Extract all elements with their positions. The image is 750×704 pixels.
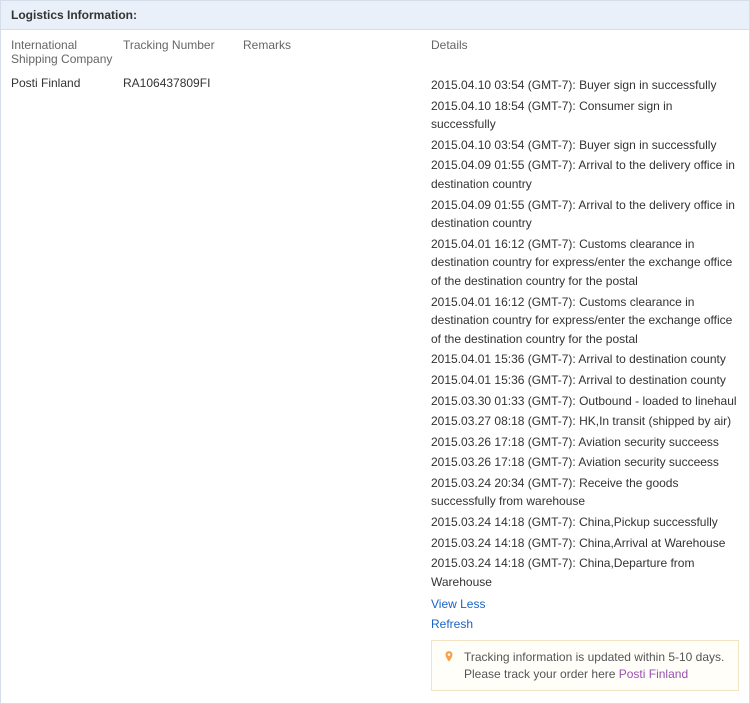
- logistics-panel: Logistics Information: International Shi…: [0, 0, 750, 704]
- tracking-event: 2015.03.24 20:34 (GMT-7): Receive the go…: [431, 474, 739, 511]
- tracking-event-text: 2015.03.24 14:18 (GMT-7): China,Departur…: [431, 556, 694, 589]
- tracking-event: 2015.03.24 14:18 (GMT-7): China,Pickup s…: [431, 513, 739, 532]
- cell-remarks: [243, 76, 431, 691]
- panel-title: Logistics Information:: [1, 1, 749, 30]
- tracking-event: 2015.04.10 18:54 (GMT-7): Consumer sign …: [431, 97, 739, 134]
- tracking-event-text: 2015.04.09 01:55 (GMT-7): Arrival to the…: [431, 158, 735, 191]
- tracking-event: 2015.03.26 17:18 (GMT-7): Aviation secur…: [431, 433, 739, 452]
- tracking-event-text: 2015.03.24 14:18 (GMT-7): China,Pickup s…: [431, 515, 718, 529]
- tracking-event: 2015.04.09 01:55 (GMT-7): Arrival to the…: [431, 156, 739, 193]
- header-company: International Shipping Company: [11, 38, 123, 66]
- tracking-event: 2015.03.27 08:18 (GMT-7): HK,In transit …: [431, 412, 739, 431]
- tracking-event: 2015.03.30 01:33 (GMT-7): Outbound - loa…: [431, 392, 739, 411]
- tracking-notice: Tracking information is updated within 5…: [431, 640, 739, 692]
- tracking-event-text: 2015.04.10 03:54 (GMT-7): Buyer sign in …: [431, 78, 716, 92]
- tracking-event-text: 2015.03.30 01:33 (GMT-7): Outbound - loa…: [431, 394, 737, 408]
- tracking-event: 2015.04.01 16:12 (GMT-7): Customs cleara…: [431, 235, 739, 291]
- header-tracking: Tracking Number: [123, 38, 243, 66]
- tracking-event: 2015.04.01 16:12 (GMT-7): Customs cleara…: [431, 293, 739, 349]
- tracking-event-text: 2015.04.10 03:54 (GMT-7): Buyer sign in …: [431, 138, 716, 152]
- notice-text: Tracking information is updated within 5…: [464, 649, 728, 683]
- carrier-link[interactable]: Posti Finland: [619, 667, 688, 681]
- tracking-event-text: 2015.04.01 16:12 (GMT-7): Customs cleara…: [431, 295, 732, 346]
- tracking-event-text: 2015.03.26 17:18 (GMT-7): Aviation secur…: [431, 435, 719, 449]
- cell-details: 2015.04.10 03:54 (GMT-7): Buyer sign in …: [431, 76, 739, 691]
- tracking-event: 2015.04.10 03:54 (GMT-7): Buyer sign in …: [431, 136, 739, 155]
- tracking-event-text: 2015.03.26 17:18 (GMT-7): Aviation secur…: [431, 455, 719, 469]
- tracking-event-text: 2015.04.09 01:55 (GMT-7): Arrival to the…: [431, 198, 735, 231]
- refresh-link[interactable]: Refresh: [431, 615, 739, 634]
- tracking-event: 2015.03.26 17:18 (GMT-7): Aviation secur…: [431, 453, 739, 472]
- tracking-event-text: 2015.03.24 20:34 (GMT-7): Receive the go…: [431, 476, 678, 509]
- cell-company: Posti Finland: [11, 76, 123, 691]
- tracking-event: 2015.04.01 15:36 (GMT-7): Arrival to des…: [431, 350, 739, 369]
- header-details: Details: [431, 38, 739, 66]
- pin-icon: [442, 650, 456, 664]
- tracking-event: 2015.04.01 15:36 (GMT-7): Arrival to des…: [431, 371, 739, 390]
- table-header-row: International Shipping Company Tracking …: [1, 30, 749, 76]
- tracking-event-text: 2015.04.01 15:36 (GMT-7): Arrival to des…: [431, 352, 726, 366]
- detail-actions: View Less Refresh: [431, 595, 739, 633]
- tracking-event: 2015.03.24 14:18 (GMT-7): China,Departur…: [431, 554, 739, 591]
- tracking-event-text: 2015.04.01 15:36 (GMT-7): Arrival to des…: [431, 373, 726, 387]
- view-less-link[interactable]: View Less: [431, 595, 739, 614]
- tracking-event: 2015.04.09 01:55 (GMT-7): Arrival to the…: [431, 196, 739, 233]
- tracking-event-text: 2015.03.27 08:18 (GMT-7): HK,In transit …: [431, 414, 731, 428]
- tracking-event-text: 2015.04.10 18:54 (GMT-7): Consumer sign …: [431, 99, 672, 132]
- tracking-event-text: 2015.04.01 16:12 (GMT-7): Customs cleara…: [431, 237, 732, 288]
- table-row: Posti Finland RA106437809FI 2015.04.10 0…: [1, 76, 749, 703]
- tracking-event: 2015.04.10 03:54 (GMT-7): Buyer sign in …: [431, 76, 739, 95]
- cell-tracking: RA106437809FI: [123, 76, 243, 691]
- header-remarks: Remarks: [243, 38, 431, 66]
